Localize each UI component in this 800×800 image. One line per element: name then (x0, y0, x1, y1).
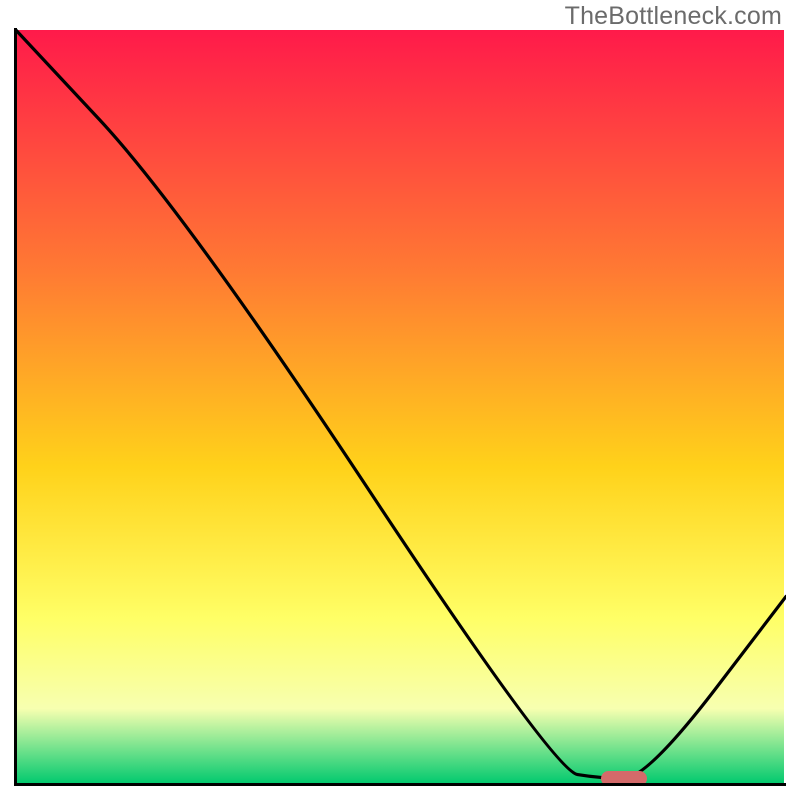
curve-svg (14, 28, 786, 786)
plot-area (14, 28, 786, 786)
bottleneck-curve (14, 28, 786, 778)
optimal-marker (601, 771, 647, 786)
chart-container: TheBottleneck.com (0, 0, 800, 800)
watermark-text: TheBottleneck.com (565, 2, 782, 31)
